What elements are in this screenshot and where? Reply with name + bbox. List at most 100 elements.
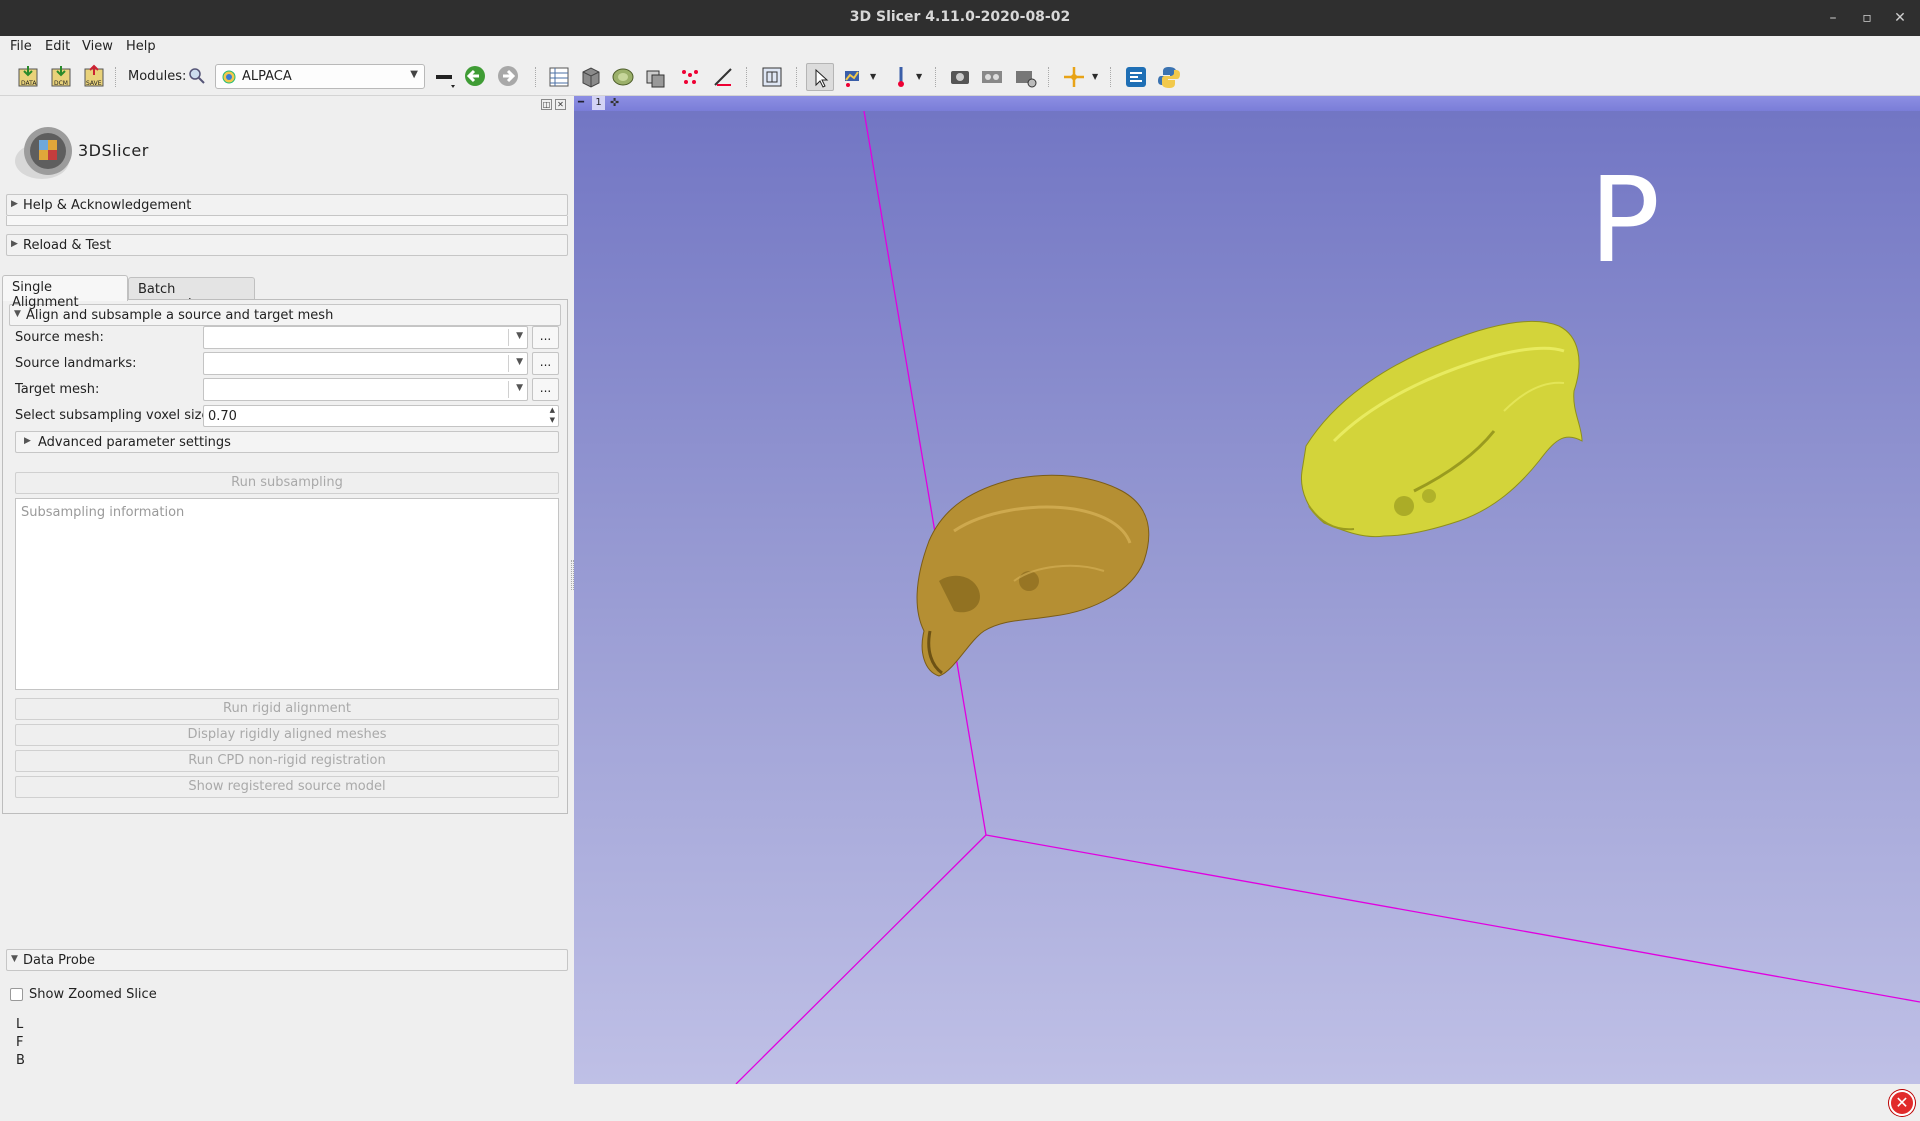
logo-text: 3DSlicer (78, 141, 149, 160)
advanced-parameter-section[interactable]: ▶ Advanced parameter settings (15, 431, 559, 453)
load-dicom-icon[interactable]: DCM (47, 63, 75, 91)
show-zoomed-slice-label: Show Zoomed Slice (29, 987, 157, 1002)
voxel-size-spinbox[interactable]: 0.70 ▲ ▼ (203, 405, 559, 427)
3d-view[interactable]: P (574, 111, 1920, 1084)
probe-coord-f: F (16, 1035, 24, 1050)
chevron-right-icon: ▶ (11, 199, 18, 209)
close-window-button[interactable]: ✕ (1890, 8, 1910, 28)
align-subsample-section[interactable]: ▼ Align and subsample a source and targe… (9, 304, 561, 326)
chevron-down-icon[interactable]: ▼ (868, 63, 880, 91)
error-log-icon[interactable]: ✕ (1889, 1090, 1915, 1116)
chevron-down-icon: ▼ (11, 954, 18, 964)
menu-help[interactable]: Help (126, 39, 156, 54)
show-registered-model-button[interactable]: Show registered source model (15, 776, 559, 798)
subsampling-info-box[interactable]: Subsampling information (15, 498, 559, 690)
chevron-down-icon[interactable]: ▼ (1090, 63, 1102, 91)
ruler-icon[interactable] (709, 63, 737, 91)
svg-text:DCM: DCM (54, 80, 68, 87)
chevron-down-icon[interactable]: ▼ (914, 63, 926, 91)
view-number-label: 1 (592, 96, 605, 110)
toolbar-separator (935, 67, 936, 87)
menu-bar: File Edit View Help (0, 36, 1920, 58)
chevron-right-icon: ▶ (11, 239, 18, 249)
target-mesh-selector[interactable]: ▼ (203, 378, 528, 401)
toolbar-separator (746, 67, 747, 87)
toolbar-separator (1110, 67, 1111, 87)
window-title: 3D Slicer 4.11.0-2020-08-02 (849, 9, 1071, 25)
source-skull-model[interactable] (916, 474, 1150, 677)
toolbar-separator (535, 67, 536, 87)
show-zoomed-slice-checkbox[interactable] (10, 988, 23, 1001)
view-settings-icon[interactable]: ✜ (610, 96, 619, 109)
load-data-icon[interactable]: DATA (14, 63, 42, 91)
volume-render-icon[interactable] (609, 63, 637, 91)
source-mesh-selector[interactable]: ▼ (203, 326, 528, 349)
source-mesh-browse-button[interactable]: ... (532, 326, 559, 349)
probe-coord-b: B (16, 1053, 25, 1068)
tab-single-alignment[interactable]: Single Alignment (2, 275, 128, 310)
markups-icon[interactable] (840, 63, 868, 91)
forward-icon[interactable] (494, 63, 522, 91)
menu-edit[interactable]: Edit (45, 39, 70, 54)
target-mesh-browse-button[interactable]: ... (532, 378, 559, 401)
screenshot-icon[interactable] (946, 63, 974, 91)
search-icon[interactable] (188, 67, 206, 85)
module-panel: ◫ ✕ 3DSlicer ▶ Help & Acknowledgement ▶ … (0, 97, 574, 1085)
capture-settings-icon[interactable] (1012, 63, 1040, 91)
display-rigid-meshes-button[interactable]: Display rigidly aligned meshes (15, 724, 559, 746)
toolbar-separator (1048, 67, 1049, 87)
minimize-button[interactable]: – (1823, 8, 1843, 28)
module-history-icon[interactable] (432, 63, 460, 91)
reload-section-label: Reload & Test (23, 238, 112, 253)
source-landmarks-browse-button[interactable]: ... (532, 352, 559, 375)
target-skull-model[interactable] (1300, 321, 1583, 538)
pin-icon[interactable]: ━ (578, 97, 584, 108)
tab-batch-processing[interactable]: Batch processing (128, 277, 255, 312)
run-rigid-alignment-button[interactable]: Run rigid alignment (15, 698, 559, 720)
slice-icon[interactable] (641, 63, 669, 91)
back-icon[interactable] (461, 63, 489, 91)
crosshair-icon[interactable] (1060, 63, 1088, 91)
source-landmarks-label: Source landmarks: (15, 356, 137, 371)
probe-coord-l: L (16, 1017, 24, 1032)
spin-arrows-icon[interactable]: ▲ ▼ (550, 405, 555, 425)
target-mesh-label: Target mesh: (15, 382, 100, 397)
voxel-size-value: 0.70 (208, 409, 237, 424)
run-subsampling-button[interactable]: Run subsampling (15, 472, 559, 494)
select-mode-icon[interactable] (806, 63, 834, 91)
help-acknowledgement-section[interactable]: ▶ Help & Acknowledgement (6, 194, 568, 216)
scene-view-icon[interactable] (978, 63, 1006, 91)
data-probe-section[interactable]: ▼ Data Probe (6, 949, 568, 971)
help-section-body (6, 216, 568, 226)
crosshair-box-icon[interactable] (758, 63, 786, 91)
slicer-logo-icon (8, 117, 72, 183)
restore-button[interactable]: ▫ (1857, 8, 1877, 28)
close-panel-icon[interactable]: ✕ (555, 99, 566, 110)
axis-line-diagonal (735, 834, 987, 1084)
markers-icon[interactable] (676, 63, 704, 91)
layout-icon[interactable] (545, 63, 573, 91)
toolbar-separator (796, 67, 797, 87)
chevron-down-icon: ▼ (516, 383, 523, 393)
placement-icon[interactable] (887, 63, 915, 91)
title-bar: 3D Slicer 4.11.0-2020-08-02 – ▫ ✕ (0, 0, 1920, 36)
reload-test-section[interactable]: ▶ Reload & Test (6, 234, 568, 256)
run-cpd-registration-button[interactable]: Run CPD non-rigid registration (15, 750, 559, 772)
save-icon[interactable]: SAVE (80, 63, 108, 91)
voxel-size-label: Select subsampling voxel size: (15, 408, 214, 423)
align-section-label: Align and subsample a source and target … (26, 308, 334, 323)
svg-text:SAVE: SAVE (86, 80, 102, 87)
source-landmarks-selector[interactable]: ▼ (203, 352, 528, 375)
undock-icon[interactable]: ◫ (541, 99, 552, 110)
svg-text:DATA: DATA (21, 80, 37, 87)
advanced-section-label: Advanced parameter settings (38, 435, 231, 450)
chevron-down-icon: ▼ (516, 331, 523, 341)
view-icon[interactable] (577, 63, 605, 91)
extensions-icon[interactable] (1122, 63, 1150, 91)
module-selector[interactable]: ALPACA ▼ (215, 64, 425, 89)
menu-file[interactable]: File (10, 39, 32, 54)
python-icon[interactable] (1155, 63, 1183, 91)
chevron-right-icon: ▶ (24, 436, 31, 446)
axis-line-horizontal (985, 834, 1920, 1003)
menu-view[interactable]: View (82, 39, 113, 54)
